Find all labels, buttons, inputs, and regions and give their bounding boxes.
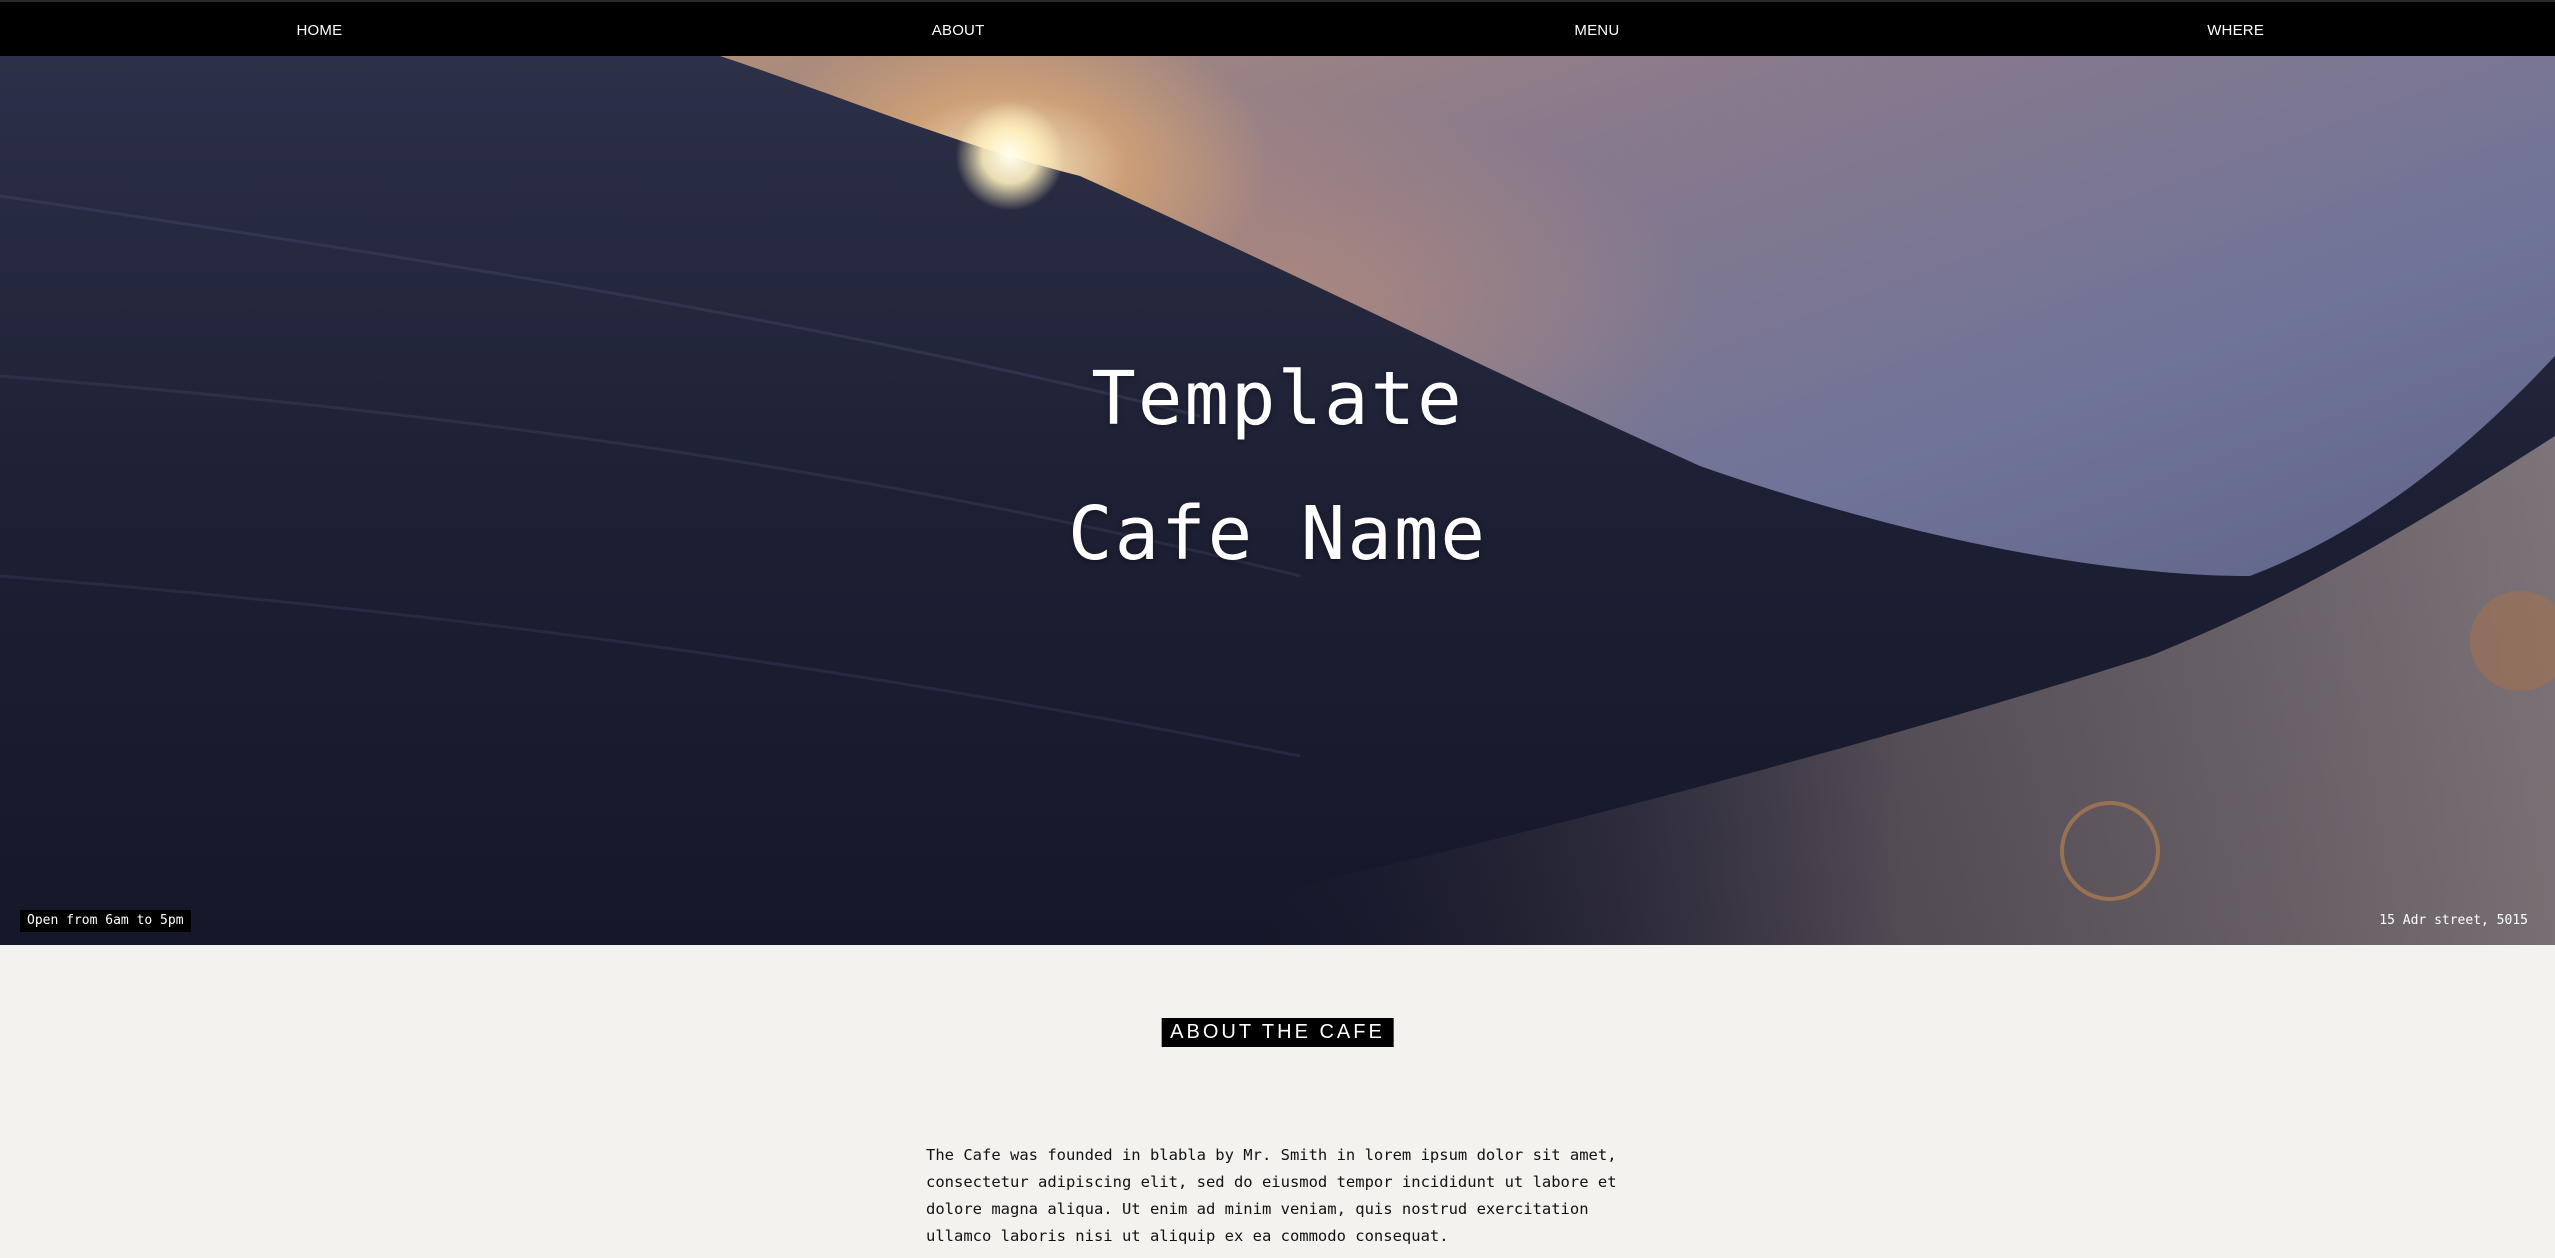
address-label: 15 Adr street, 5015 xyxy=(2379,913,2528,928)
opening-hours-label: Open from 6am to 5pm xyxy=(20,910,191,932)
nav-link-about[interactable]: ABOUT xyxy=(639,2,1278,58)
hero-title-line2: Cafe Name xyxy=(1068,491,1487,577)
nav-link-menu[interactable]: MENU xyxy=(1278,2,1917,58)
hero-title-line1: Template xyxy=(1091,356,1464,442)
sun-glow xyxy=(955,101,1065,211)
hero-banner: Template Cafe Name Open from 6am to 5pm … xyxy=(0,56,2555,945)
top-navigation: HOME ABOUT MENU WHERE xyxy=(0,0,2555,56)
about-paragraph: The Cafe was founded in blabla by Mr. Sm… xyxy=(926,1145,1617,1245)
nav-link-where[interactable]: WHERE xyxy=(1916,2,2555,58)
nav-link-home[interactable]: HOME xyxy=(0,2,639,58)
about-heading: ABOUT THE CAFE xyxy=(1161,1018,1394,1047)
